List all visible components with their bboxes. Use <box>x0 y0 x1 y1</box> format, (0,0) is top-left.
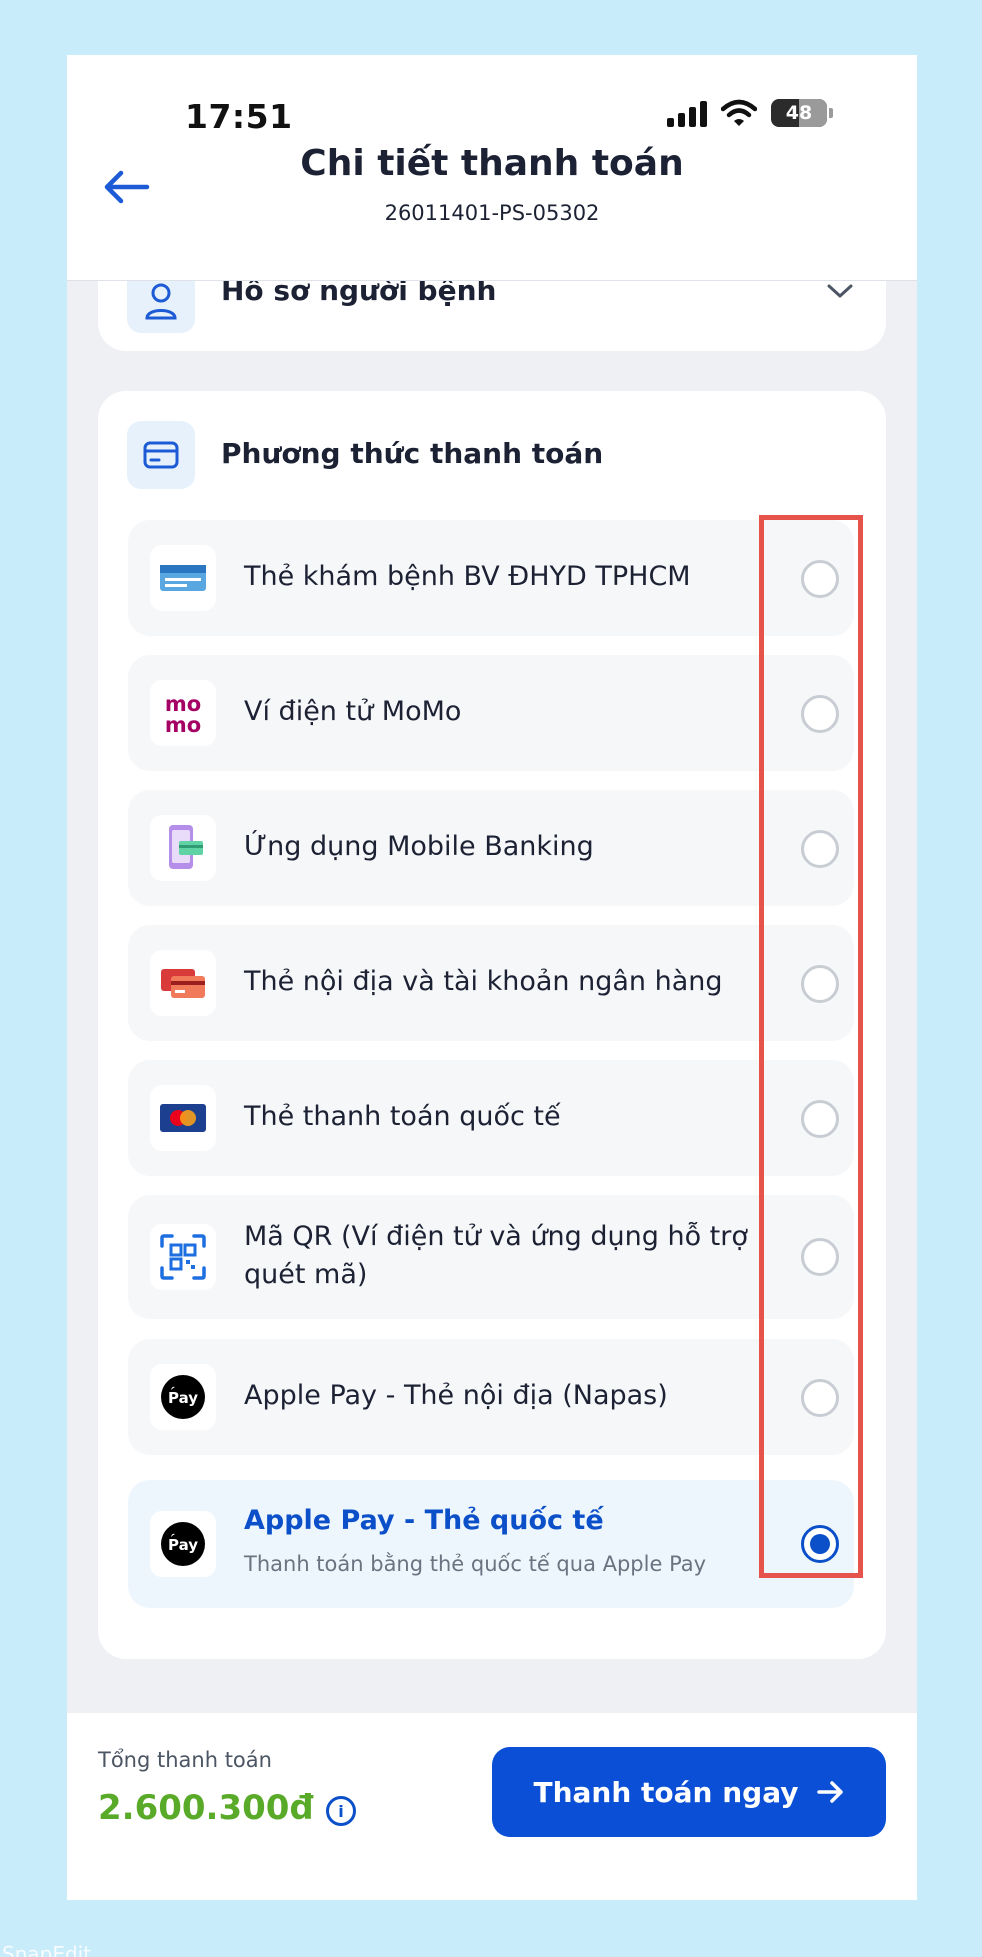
svg-text:Pay: Pay <box>168 1536 198 1554</box>
svg-text:mo: mo <box>165 713 201 735</box>
chevron-down-icon[interactable] <box>825 281 855 301</box>
status-time: 17:51 <box>185 97 293 136</box>
pay-now-button[interactable]: Thanh toán ngay <box>492 1747 886 1837</box>
option-label: Ứng dụng Mobile Banking <box>244 831 594 862</box>
cellular-signal-icon <box>667 101 707 127</box>
radio-button[interactable] <box>801 830 839 868</box>
payment-option-apple-pay-napas[interactable]: Pay Apple Pay - Thẻ nội địa (Napas) <box>128 1339 854 1455</box>
svg-text:Pay: Pay <box>168 1389 198 1407</box>
option-label: Thẻ khám bệnh BV ĐHYD TPHCM <box>244 561 691 592</box>
info-icon[interactable]: i <box>326 1796 356 1826</box>
payment-option-international-card[interactable]: Thẻ thanh toán quốc tế <box>128 1060 854 1176</box>
momo-icon: mo mo <box>150 680 216 746</box>
bank-card-icon <box>150 950 216 1016</box>
page-title: Chi tiết thanh toán <box>300 143 684 184</box>
status-bar: 17:51 48 <box>67 55 917 143</box>
radio-button[interactable] <box>801 560 839 598</box>
payment-option-qr-code[interactable]: Mã QR (Ví điện tử và ứng dụng hỗ trợ qué… <box>128 1195 854 1319</box>
option-label: Thẻ nội địa và tài khoản ngân hàng <box>244 966 723 997</box>
arrow-right-icon <box>816 1781 843 1803</box>
mastercard-icon <box>150 1085 216 1151</box>
hospital-card-icon <box>150 545 216 611</box>
radio-button[interactable] <box>801 1238 839 1276</box>
option-sublabel: Thanh toán bằng thẻ quốc tế qua Apple Pa… <box>244 1552 707 1576</box>
qr-code-icon <box>150 1224 216 1290</box>
payment-option-mobile-banking[interactable]: Ứng dụng Mobile Banking <box>128 790 854 906</box>
phone-screen: Hồ sơ người bệnh Chi tiết thanh toán 260… <box>67 55 917 1900</box>
option-label: Apple Pay - Thẻ quốc tế <box>244 1505 604 1536</box>
total-label: Tổng thanh toán <box>98 1748 272 1772</box>
battery-icon: 48 <box>771 99 827 127</box>
payment-method-title: Phương thức thanh toán <box>221 437 604 470</box>
payment-option-hospital-card[interactable]: Thẻ khám bệnh BV ĐHYD TPHCM <box>128 520 854 636</box>
payment-option-domestic-card[interactable]: Thẻ nội địa và tài khoản ngân hàng <box>128 925 854 1041</box>
watermark: SnapEdit <box>2 1942 92 1957</box>
total-amount: 2.600.300đ <box>98 1788 314 1828</box>
apple-pay-icon: Pay <box>150 1364 216 1430</box>
credit-card-icon <box>127 421 195 489</box>
pay-now-label: Thanh toán ngay <box>533 1775 799 1809</box>
payment-option-momo[interactable]: mo mo Ví điện tử MoMo <box>128 655 854 771</box>
wifi-icon <box>721 99 757 126</box>
option-label: Apple Pay - Thẻ nội địa (Napas) <box>244 1380 668 1411</box>
radio-button[interactable] <box>801 1100 839 1138</box>
payment-option-apple-pay-international[interactable]: Pay Apple Pay - Thẻ quốc tế Thanh toán b… <box>128 1480 854 1608</box>
radio-button[interactable] <box>801 1379 839 1417</box>
order-code: 26011401-PS-05302 <box>384 201 600 225</box>
radio-button[interactable] <box>801 965 839 1003</box>
radio-button[interactable] <box>801 695 839 733</box>
mobile-banking-icon <box>150 815 216 881</box>
apple-pay-icon: Pay <box>150 1511 216 1577</box>
option-label: Thẻ thanh toán quốc tế <box>244 1101 561 1132</box>
radio-button-selected[interactable] <box>801 1525 839 1563</box>
option-label: Mã QR (Ví điện tử và ứng dụng hỗ trợ qué… <box>244 1221 748 1290</box>
option-label: Ví điện tử MoMo <box>244 696 462 727</box>
